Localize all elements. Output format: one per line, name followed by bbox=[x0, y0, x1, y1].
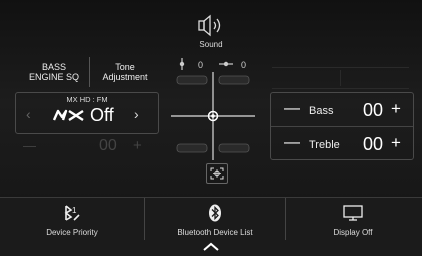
tab-label-line2: Adjustment bbox=[102, 72, 148, 82]
mx-logo bbox=[52, 107, 86, 127]
bass-plus-button[interactable]: + bbox=[391, 99, 401, 119]
mx-logo-icon bbox=[52, 109, 84, 122]
left-right-value: 0 bbox=[241, 60, 247, 70]
display-off-label: Display Off bbox=[333, 228, 373, 237]
front-rear-value: 0 bbox=[198, 60, 204, 70]
bass-label: Bass bbox=[309, 105, 334, 117]
mx-source-label: MX HD : FM bbox=[66, 95, 108, 104]
divider bbox=[340, 70, 341, 86]
mx-value: Off bbox=[90, 105, 114, 125]
disabled-value: 00 bbox=[99, 137, 117, 154]
disabled-tab-strip bbox=[272, 67, 409, 89]
tab-bass-engine-sq[interactable]: BASS ENGINE SQ bbox=[19, 57, 89, 87]
listening-position-pad[interactable] bbox=[171, 72, 255, 160]
svg-text:1: 1 bbox=[72, 206, 77, 215]
page-title: Sound bbox=[199, 40, 223, 49]
tone-panel: — Bass 00 + — Treble 00 + bbox=[270, 92, 414, 160]
bluetooth-device-list-button[interactable]: Bluetooth Device List bbox=[144, 198, 286, 240]
bass-value: 00 bbox=[363, 100, 384, 120]
display-off-icon bbox=[343, 205, 363, 221]
left-right-icon bbox=[219, 61, 233, 67]
device-priority-icon: 1 bbox=[64, 205, 80, 221]
mx-panel: MX HD : FM ‹ Off › bbox=[15, 92, 159, 134]
disabled-plus-button: + bbox=[133, 137, 142, 154]
front-rear-icon bbox=[179, 58, 185, 70]
treble-plus-button[interactable]: + bbox=[391, 133, 401, 153]
target-icon bbox=[210, 167, 224, 180]
tab-label-line2: ENGINE SQ bbox=[28, 72, 79, 82]
mx-next-button[interactable]: › bbox=[134, 106, 139, 122]
center-position-button[interactable] bbox=[206, 163, 228, 184]
disabled-control-row: — 00 + bbox=[15, 136, 157, 156]
tab-tone-adjustment[interactable]: Tone Adjustment bbox=[89, 57, 160, 87]
treble-value: 00 bbox=[363, 134, 384, 154]
bottom-bar: 1 Device Priority Bluetooth Device List … bbox=[0, 197, 422, 256]
treble-label: Treble bbox=[309, 139, 340, 151]
bluetooth-icon bbox=[209, 204, 221, 222]
tab-label-line1: BASS bbox=[41, 62, 66, 72]
bluetooth-device-list-label: Bluetooth Device List bbox=[177, 228, 253, 237]
device-priority-button[interactable]: 1 Device Priority bbox=[0, 198, 144, 240]
mx-prev-button[interactable]: ‹ bbox=[26, 106, 31, 122]
speaker-sound-icon bbox=[198, 14, 221, 37]
sound-screen: Sound BASS ENGINE SQ Tone Adjustment MX … bbox=[0, 0, 422, 256]
bass-minus-button[interactable]: — bbox=[284, 100, 300, 118]
device-priority-label: Device Priority bbox=[46, 228, 98, 237]
treble-row: — Treble 00 + bbox=[271, 131, 413, 159]
disabled-minus-button: — bbox=[23, 138, 36, 153]
treble-minus-button[interactable]: — bbox=[284, 134, 300, 152]
display-off-button[interactable]: Display Off bbox=[284, 198, 422, 240]
divider bbox=[271, 126, 413, 127]
chevron-up-icon[interactable] bbox=[202, 242, 220, 252]
tab-label-line1: Tone bbox=[115, 62, 135, 72]
bass-row: — Bass 00 + bbox=[271, 97, 413, 125]
